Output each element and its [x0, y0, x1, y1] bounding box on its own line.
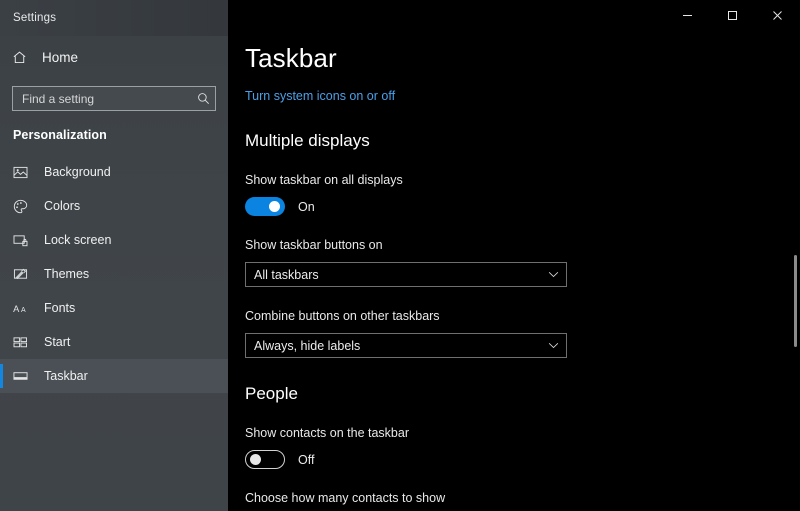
show-contacts-toggle[interactable] [245, 450, 285, 469]
svg-text:A: A [13, 303, 20, 313]
sidebar-item-label: Fonts [44, 301, 76, 315]
combine-buttons-label: Combine buttons on other taskbars [245, 309, 440, 323]
show-taskbar-all-displays-row: On [245, 197, 800, 216]
window-title: Settings [13, 12, 57, 24]
show-taskbar-all-displays-state: On [298, 199, 315, 214]
turn-system-icons-link[interactable]: Turn system icons on or off [245, 89, 395, 103]
sidebar-item-label: Lock screen [44, 233, 112, 247]
content-scrollbar[interactable] [788, 36, 800, 511]
scrollbar-thumb[interactable] [794, 255, 797, 347]
sidebar-item-label: Background [44, 165, 111, 179]
close-button[interactable] [755, 0, 800, 30]
combine-buttons-dropdown[interactable]: Always, hide labels [245, 333, 567, 358]
sidebar-nav-list: Background Colors Lock screen Themes A A… [0, 155, 228, 393]
sidebar-item-background[interactable]: Background [0, 155, 228, 189]
themes-brush-icon [13, 267, 35, 281]
sidebar-item-label: Start [44, 335, 71, 349]
lock-screen-icon [13, 234, 35, 247]
show-contacts-label: Show contacts on the taskbar [245, 426, 409, 440]
sidebar-item-label: Colors [44, 199, 81, 213]
sidebar: Home Personalization [0, 0, 228, 511]
toggle-knob [250, 454, 261, 465]
search-box[interactable] [12, 86, 216, 111]
toggle-knob [269, 201, 280, 212]
section-multiple-displays: Multiple displays [245, 131, 370, 150]
fonts-aa-icon: A A [13, 302, 35, 315]
show-taskbar-all-displays-toggle[interactable] [245, 197, 285, 216]
sidebar-item-fonts[interactable]: A A Fonts [0, 291, 228, 325]
maximize-button[interactable] [710, 0, 755, 30]
sidebar-item-lock-screen[interactable]: Lock screen [0, 223, 228, 257]
section-people: People [245, 384, 298, 403]
chevron-down-icon [540, 271, 566, 278]
svg-text:A: A [21, 307, 26, 314]
dropdown-value: Always, hide labels [254, 338, 361, 353]
show-taskbar-buttons-on-label: Show taskbar buttons on [245, 238, 383, 252]
home-label: Home [42, 49, 79, 65]
title-bar-left: Settings [0, 0, 228, 36]
sidebar-item-colors[interactable]: Colors [0, 189, 228, 223]
search-container [0, 72, 228, 111]
sidebar-category-title: Personalization [13, 128, 107, 142]
taskbar-icon [13, 370, 35, 382]
chevron-down-icon [540, 342, 566, 349]
show-taskbar-all-displays-label: Show taskbar on all displays [245, 173, 403, 187]
picture-icon [13, 166, 35, 179]
show-taskbar-buttons-on-dropdown[interactable]: All taskbars [245, 262, 567, 287]
palette-icon [13, 199, 35, 214]
home-icon [12, 50, 34, 65]
sidebar-item-label: Themes [44, 267, 90, 281]
dropdown-value: All taskbars [254, 267, 319, 282]
page-title: Taskbar [245, 43, 337, 73]
settings-window: Settings Home Find a setting Personaliza… [0, 0, 800, 511]
search-icon[interactable] [191, 92, 215, 105]
sidebar-item-themes[interactable]: Themes [0, 257, 228, 291]
title-bar: Settings [0, 0, 800, 36]
contacts-count-label: Choose how many contacts to show [245, 491, 446, 505]
sidebar-item-taskbar[interactable]: Taskbar [0, 359, 228, 393]
start-grid-icon [13, 336, 35, 349]
sidebar-item-start[interactable]: Start [0, 325, 228, 359]
sidebar-item-home[interactable]: Home [0, 42, 228, 72]
minimize-button[interactable] [665, 0, 710, 30]
search-input[interactable] [13, 91, 191, 106]
show-contacts-state: Off [298, 452, 315, 467]
show-contacts-row: Off [245, 450, 800, 469]
window-controls [228, 0, 800, 36]
sidebar-item-label: Taskbar [44, 369, 88, 383]
main-content: Taskbar Turn system icons on or off Mult… [228, 36, 800, 511]
